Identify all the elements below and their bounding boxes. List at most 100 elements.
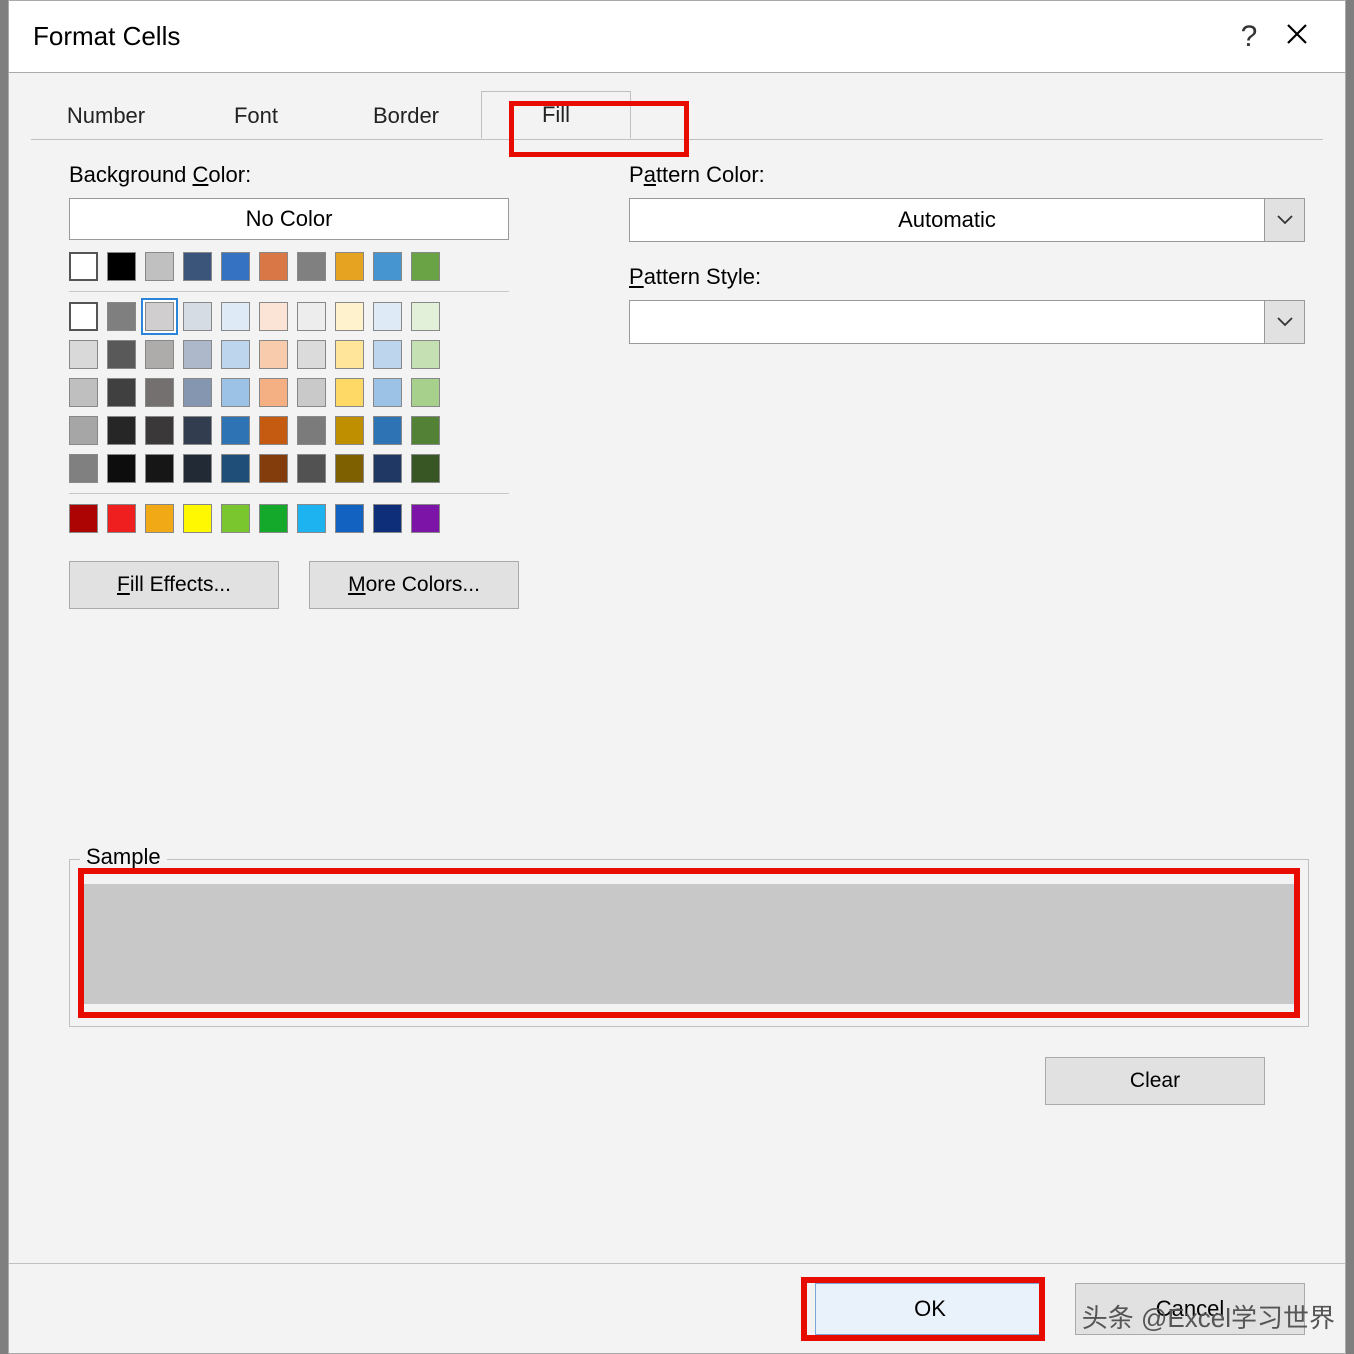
dialog-footer: OK Cancel [9, 1263, 1345, 1353]
color-swatch[interactable] [297, 454, 326, 483]
color-swatch[interactable] [221, 416, 250, 445]
color-swatch[interactable] [297, 378, 326, 407]
more-colors-button[interactable]: More Colors... [309, 561, 519, 609]
color-swatch[interactable] [259, 252, 288, 281]
color-swatch[interactable] [69, 378, 98, 407]
color-swatch[interactable] [411, 504, 440, 533]
close-icon [1285, 22, 1309, 46]
color-swatch[interactable] [259, 454, 288, 483]
color-swatch[interactable] [373, 340, 402, 369]
color-swatch[interactable] [221, 302, 250, 331]
color-swatch[interactable] [221, 454, 250, 483]
close-button[interactable] [1273, 22, 1321, 51]
chevron-down-icon [1264, 301, 1304, 343]
color-swatch[interactable] [107, 378, 136, 407]
help-button[interactable]: ? [1225, 20, 1273, 54]
color-swatch[interactable] [411, 416, 440, 445]
clear-button[interactable]: Clear [1045, 1057, 1265, 1105]
ok-button[interactable]: OK [815, 1283, 1045, 1335]
color-swatch[interactable] [297, 252, 326, 281]
color-swatch[interactable] [145, 378, 174, 407]
chevron-down-icon [1264, 199, 1304, 241]
color-swatch[interactable] [183, 302, 212, 331]
color-swatch[interactable] [69, 340, 98, 369]
color-swatch[interactable] [335, 252, 364, 281]
color-swatch[interactable] [259, 378, 288, 407]
sample-label: Sample [80, 844, 167, 870]
color-swatch[interactable] [107, 454, 136, 483]
color-swatch[interactable] [145, 504, 174, 533]
color-swatch[interactable] [183, 252, 212, 281]
color-swatches [69, 252, 539, 533]
color-swatch[interactable] [259, 416, 288, 445]
color-swatch[interactable] [373, 416, 402, 445]
color-swatch[interactable] [335, 378, 364, 407]
color-swatch[interactable] [297, 504, 326, 533]
color-swatch[interactable] [221, 340, 250, 369]
color-swatch[interactable] [297, 416, 326, 445]
color-swatch[interactable] [411, 378, 440, 407]
color-swatch[interactable] [411, 340, 440, 369]
color-swatch[interactable] [297, 340, 326, 369]
color-swatch[interactable] [411, 454, 440, 483]
tab-fill[interactable]: Fill [481, 91, 631, 139]
color-swatch[interactable] [335, 504, 364, 533]
color-swatch[interactable] [335, 416, 364, 445]
color-swatch[interactable] [335, 454, 364, 483]
tab-font[interactable]: Font [181, 91, 331, 139]
color-swatch[interactable] [69, 252, 98, 281]
titlebar: Format Cells ? [9, 1, 1345, 73]
color-swatch[interactable] [107, 416, 136, 445]
color-swatch[interactable] [373, 378, 402, 407]
tab-border[interactable]: Border [331, 91, 481, 139]
cancel-button[interactable]: Cancel [1075, 1283, 1305, 1335]
color-swatch[interactable] [183, 378, 212, 407]
color-swatch[interactable] [373, 252, 402, 281]
background-color-label: Background Color: [69, 162, 539, 188]
color-swatch[interactable] [411, 252, 440, 281]
fill-effects-button[interactable]: Fill Effects... [69, 561, 279, 609]
color-swatch[interactable] [145, 252, 174, 281]
dialog-title: Format Cells [33, 21, 1225, 52]
color-swatch[interactable] [145, 416, 174, 445]
color-swatch[interactable] [411, 302, 440, 331]
color-swatch[interactable] [145, 340, 174, 369]
color-swatch[interactable] [373, 504, 402, 533]
sample-preview [82, 884, 1296, 1004]
color-swatch[interactable] [297, 302, 326, 331]
color-swatch[interactable] [145, 302, 174, 331]
no-color-button[interactable]: No Color [69, 198, 509, 240]
format-cells-dialog: Format Cells ? Number Font Border Fill B… [8, 0, 1346, 1354]
color-swatch[interactable] [69, 302, 98, 331]
color-swatch[interactable] [373, 454, 402, 483]
color-swatch[interactable] [107, 504, 136, 533]
color-swatch[interactable] [335, 340, 364, 369]
color-swatch[interactable] [335, 302, 364, 331]
pattern-style-value [630, 301, 1264, 343]
color-swatch[interactable] [107, 252, 136, 281]
pattern-style-combo[interactable] [629, 300, 1305, 344]
color-swatch[interactable] [107, 302, 136, 331]
color-swatch[interactable] [221, 378, 250, 407]
color-swatch[interactable] [69, 454, 98, 483]
color-swatch[interactable] [259, 504, 288, 533]
tab-number[interactable]: Number [31, 91, 181, 139]
color-swatch[interactable] [183, 416, 212, 445]
pattern-color-value: Automatic [630, 199, 1264, 241]
fill-panel: Background Color: No Color Fill Effects.… [9, 140, 1345, 1243]
color-swatch[interactable] [183, 340, 212, 369]
color-swatch[interactable] [373, 302, 402, 331]
color-swatch[interactable] [259, 340, 288, 369]
color-swatch[interactable] [107, 340, 136, 369]
pattern-color-combo[interactable]: Automatic [629, 198, 1305, 242]
color-swatch[interactable] [221, 504, 250, 533]
color-swatch[interactable] [145, 454, 174, 483]
color-swatch[interactable] [259, 302, 288, 331]
color-swatch[interactable] [69, 416, 98, 445]
color-swatch[interactable] [183, 454, 212, 483]
color-swatch[interactable] [221, 252, 250, 281]
color-swatch[interactable] [183, 504, 212, 533]
sample-section: Sample [69, 859, 1305, 1027]
pattern-color-label: Pattern Color: [629, 162, 1305, 188]
color-swatch[interactable] [69, 504, 98, 533]
